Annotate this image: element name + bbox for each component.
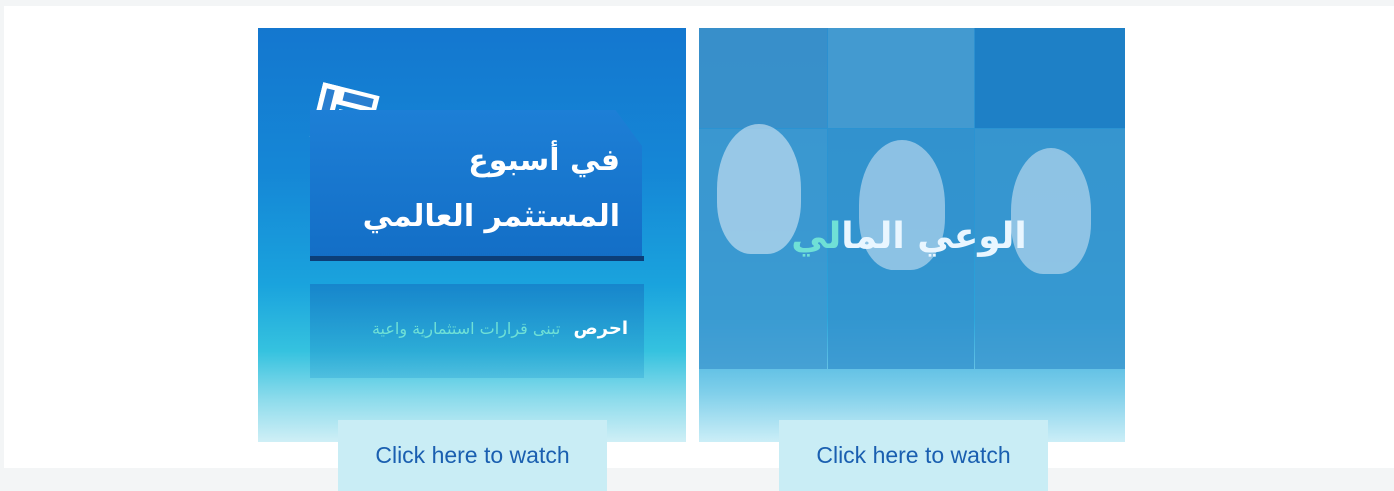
title-underline xyxy=(310,256,644,261)
photo-tile xyxy=(828,28,974,128)
card-title: في أسبوع المستثمر العالمي xyxy=(320,133,620,245)
card-subtitle: احرص تبنى قرارات استثمارية واعية xyxy=(372,318,628,339)
video-thumbnail-financial-awareness[interactable]: الوعي المالي xyxy=(699,28,1125,442)
subtitle-strong: احرص xyxy=(573,318,628,339)
video-thumbnail-investor-week[interactable]: في أسبوع المستثمر العالمي احرص تبنى قرار… xyxy=(258,28,686,442)
card-title: الوعي المالي xyxy=(759,216,1059,257)
card-title-line2: المستثمر العالمي xyxy=(362,199,620,234)
watch-button-left[interactable]: Click here to watch xyxy=(338,420,607,491)
card-title-main: الوعي الما xyxy=(841,216,1027,257)
card-title-accent: لي xyxy=(791,216,842,257)
subtitle-rest: تبنى قرارات استثمارية واعية xyxy=(371,319,561,338)
card-title-line1: في أسبوع xyxy=(468,143,620,178)
photo-tile xyxy=(975,28,1125,128)
photo-tile xyxy=(699,28,827,128)
watch-button-right[interactable]: Click here to watch xyxy=(779,420,1048,491)
